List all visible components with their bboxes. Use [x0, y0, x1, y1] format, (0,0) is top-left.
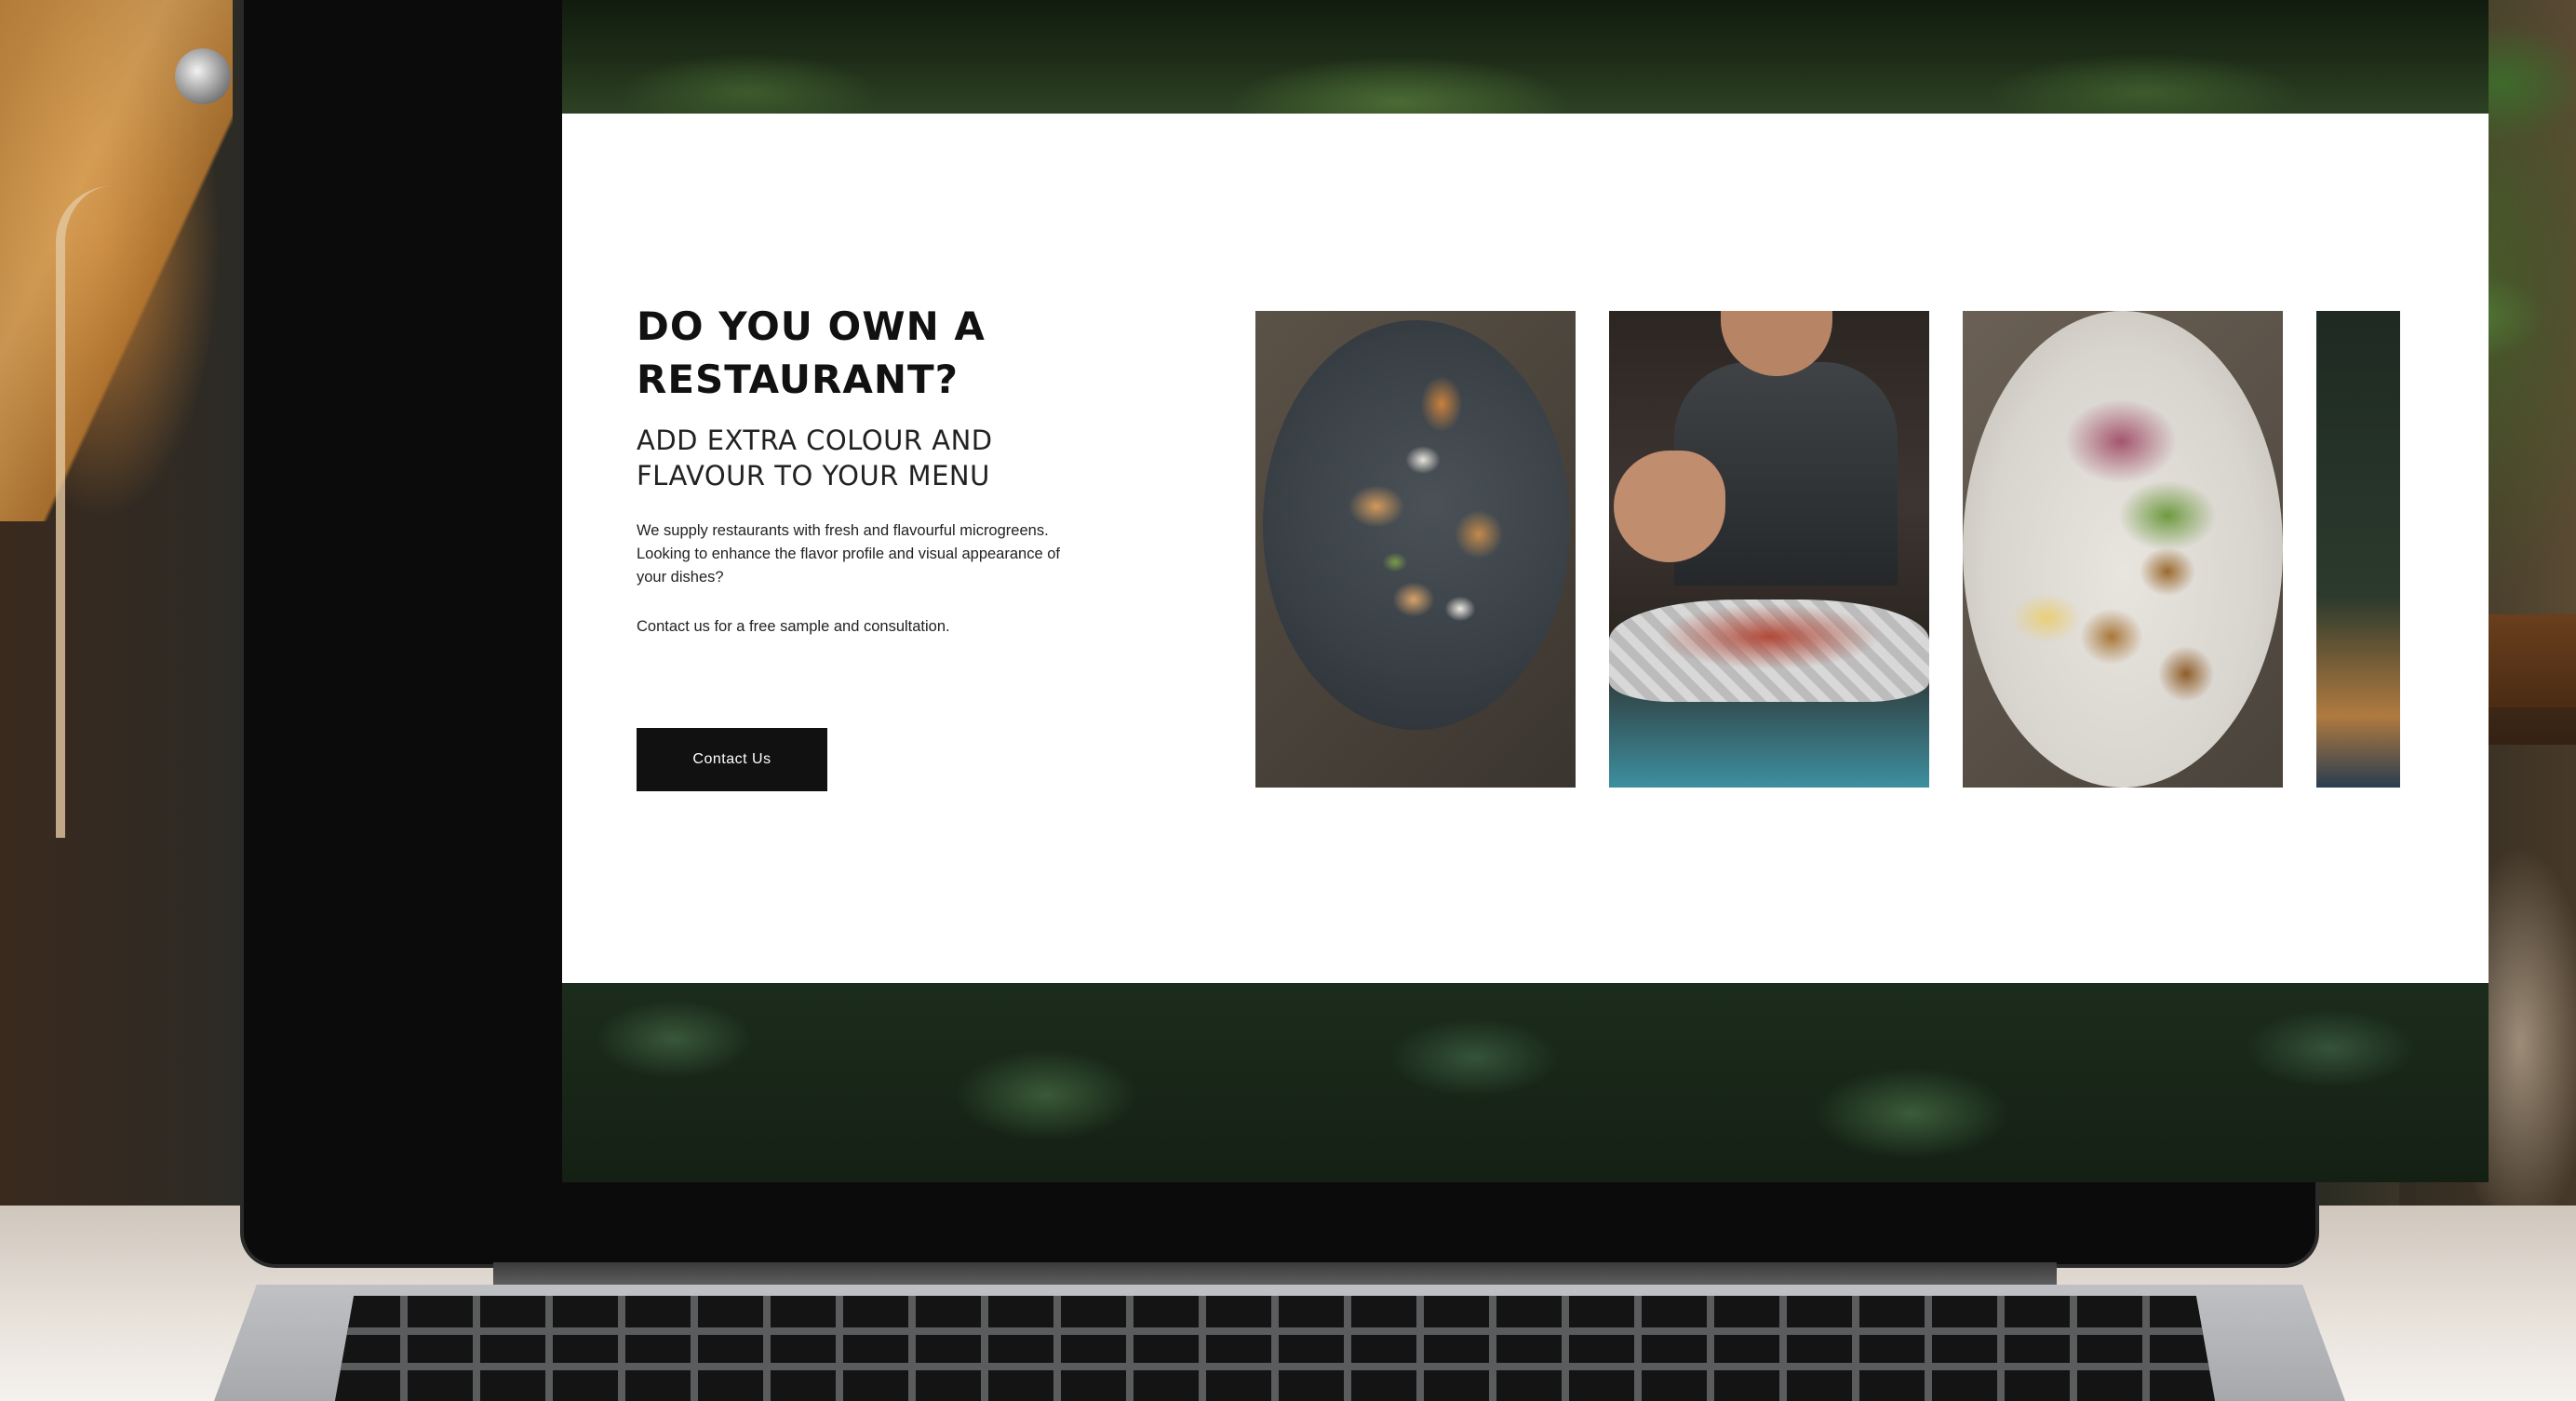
- salad-shape: [1981, 376, 2261, 730]
- lamp-cable: [56, 186, 177, 838]
- microgreens-hero-image-top: [562, 0, 2489, 114]
- heading-line-2: RESTAURANT?: [637, 357, 959, 402]
- subheading-line-2: FLAVOUR TO YOUR MENU: [637, 460, 990, 492]
- heading-line-1: DO YOU OWN A: [637, 303, 986, 349]
- section-body-text: We supply restaurants with fresh and fla…: [637, 519, 1130, 589]
- plated-dish-photo[interactable]: [1255, 311, 1576, 788]
- laptop-bezel: DO YOU OWN A RESTAURANT? ADD EXTRA COLOU…: [244, 0, 2489, 1264]
- lamp-bolt: [175, 48, 231, 104]
- section-subheading: ADD EXTRA COLOUR AND FLAVOUR TO YOUR MEN…: [637, 423, 1158, 493]
- dish-shape: [1609, 599, 1929, 702]
- salad-bowl-photo[interactable]: [1963, 311, 2283, 788]
- restaurant-section: DO YOU OWN A RESTAURANT? ADD EXTRA COLOU…: [562, 114, 2489, 983]
- body-line-3: your dishes?: [637, 569, 724, 586]
- laptop-keyboard: [335, 1296, 2215, 1401]
- chef-garnishing-photo[interactable]: [1609, 311, 1929, 788]
- microgreens-hero-image-bottom: [562, 983, 2489, 1182]
- restaurant-interior-photo[interactable]: [2316, 311, 2400, 788]
- cta-text: Contact us for a free sample and consult…: [637, 618, 950, 635]
- body-line-1: We supply restaurants with fresh and fla…: [637, 522, 1049, 539]
- food-shape: [1321, 376, 1525, 637]
- chef-hand-shape: [1614, 451, 1725, 562]
- section-heading: DO YOU OWN A RESTAURANT?: [637, 300, 1158, 406]
- contact-us-button[interactable]: Contact Us: [637, 728, 827, 791]
- laptop-screen: DO YOU OWN A RESTAURANT? ADD EXTRA COLOU…: [562, 0, 2489, 1182]
- subheading-line-1: ADD EXTRA COLOUR AND: [637, 424, 993, 456]
- restaurant-text-column: DO YOU OWN A RESTAURANT? ADD EXTRA COLOU…: [637, 300, 1158, 639]
- body-line-2: Looking to enhance the flavor profile an…: [637, 546, 1060, 562]
